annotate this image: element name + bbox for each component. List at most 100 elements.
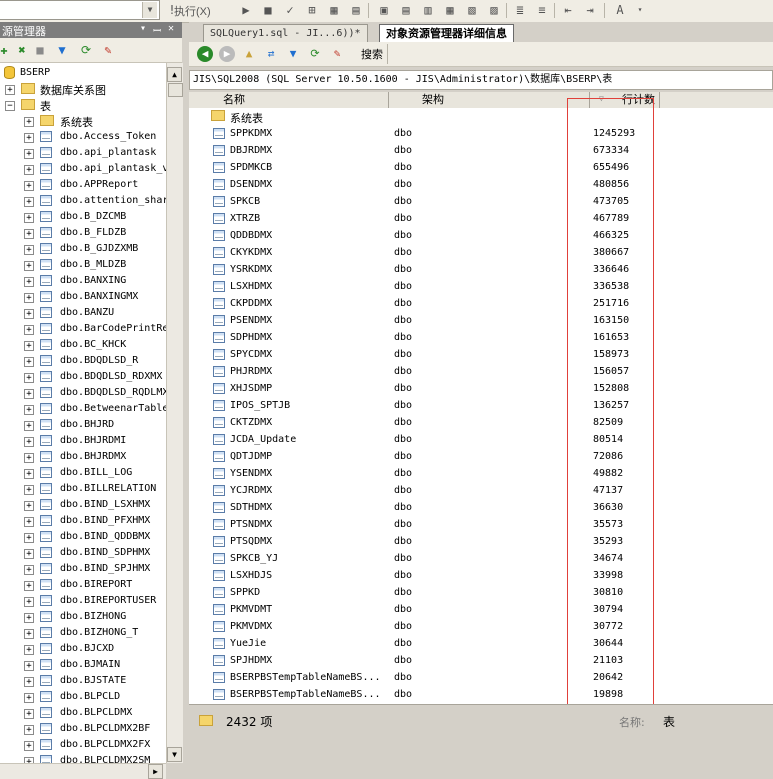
table-row[interactable]: CKTZDMX dbo 82509 <box>189 414 773 431</box>
expand-icon[interactable]: + <box>24 181 34 191</box>
scroll-up-icon[interactable]: ▲ <box>167 67 182 82</box>
expand-icon[interactable]: + <box>24 261 34 271</box>
tree-node-table[interactable]: + dbo.B_MLDZB <box>0 257 166 273</box>
tree-node-table[interactable]: + dbo.BANXINGMX <box>0 289 166 305</box>
results-to-grid-icon[interactable]: ▦ <box>442 2 458 18</box>
expand-icon[interactable]: + <box>24 277 34 287</box>
expand-icon[interactable]: + <box>24 117 34 127</box>
expand-icon[interactable]: + <box>24 453 34 463</box>
tree-node-table[interactable]: + dbo.BDQDLSD_RQDLMX <box>0 385 166 401</box>
query-designer-icon[interactable]: ▦ <box>326 2 342 18</box>
comment-icon[interactable]: ≣ <box>512 2 528 18</box>
tree-node-table[interactable]: + dbo.BetweenarTable <box>0 401 166 417</box>
tree-node-table[interactable]: + dbo.BLPCLDMX2SM <box>0 753 166 763</box>
table-row[interactable]: XTRZB dbo 467789 <box>189 210 773 227</box>
options-icon[interactable]: ▤ <box>348 2 364 18</box>
disconnect-icon[interactable]: ✖ <box>14 42 30 58</box>
table-row[interactable]: PKMVDMT dbo 30794 <box>189 601 773 618</box>
table-row[interactable]: SPJHDMX dbo 21103 <box>189 652 773 669</box>
expand-icon[interactable]: + <box>24 357 34 367</box>
close-icon[interactable]: ✕ <box>168 23 174 34</box>
table-row[interactable]: IPOS_SPTJB dbo 136257 <box>189 397 773 414</box>
expand-icon[interactable]: + <box>24 229 34 239</box>
save-results-icon[interactable]: ▨ <box>486 2 502 18</box>
expand-icon[interactable]: + <box>5 85 15 95</box>
script-icon[interactable]: ✎ <box>329 46 345 62</box>
expand-icon[interactable]: + <box>24 709 34 719</box>
column-rowcount-header[interactable]: 行计数 <box>622 93 655 107</box>
specify-values-icon[interactable]: A <box>612 2 628 18</box>
table-row[interactable]: CKPDDMX dbo 251716 <box>189 295 773 312</box>
expand-icon[interactable]: + <box>24 613 34 623</box>
expand-icon[interactable]: + <box>24 597 34 607</box>
display-plan-icon[interactable]: ⊞ <box>304 2 320 18</box>
tree-node-table[interactable]: + dbo.BLPCLDMX2FX <box>0 737 166 753</box>
tree-node-table[interactable]: + dbo.BDQDLSD_RDXMX <box>0 369 166 385</box>
table-row[interactable]: BSERPBSTempTableNameBS... dbo 19898 <box>189 686 773 703</box>
expand-icon[interactable]: + <box>24 437 34 447</box>
table-row[interactable]: SPKCB dbo 473705 <box>189 193 773 210</box>
tree-node-table[interactable]: + dbo.api_plantask_v <box>0 161 166 177</box>
tree-node-table[interactable]: + dbo.BLPCLDMX <box>0 705 166 721</box>
expand-icon[interactable]: + <box>24 309 34 319</box>
table-row[interactable]: LSXHDJS dbo 33998 <box>189 567 773 584</box>
tree-node-table[interactable]: + dbo.BarCodePrintRe <box>0 321 166 337</box>
table-row[interactable]: PKMVDMX dbo 30772 <box>189 618 773 635</box>
tree-node-table[interactable]: + dbo.api_plantask <box>0 145 166 161</box>
expand-icon[interactable]: + <box>24 197 34 207</box>
expand-icon[interactable]: + <box>24 533 34 543</box>
expand-icon[interactable]: + <box>24 501 34 511</box>
expand-icon[interactable]: + <box>24 389 34 399</box>
expand-icon[interactable]: + <box>24 485 34 495</box>
tree-node-diagrams[interactable]: + 数据库关系图 <box>0 81 166 97</box>
increase-indent-icon[interactable]: ⇥ <box>582 2 598 18</box>
toolbar-overflow-icon[interactable]: ▾ <box>632 2 648 18</box>
tree-node-table[interactable]: + dbo.BHJRDMX <box>0 449 166 465</box>
tree-node-table[interactable]: + dbo.BDQDLSD_R <box>0 353 166 369</box>
tree-node-table[interactable]: + dbo.BIND_PFXHMX <box>0 513 166 529</box>
tree-node-table[interactable]: + dbo.BANXING <box>0 273 166 289</box>
scroll-thumb[interactable] <box>168 83 183 97</box>
expand-icon[interactable]: + <box>24 213 34 223</box>
expand-icon[interactable]: + <box>24 725 34 735</box>
run-icon[interactable]: ▶ <box>238 2 254 18</box>
tree-node-table[interactable]: + dbo.BJSTATE <box>0 673 166 689</box>
column-name-header[interactable]: 名称 <box>223 93 245 107</box>
expand-icon[interactable]: + <box>24 325 34 335</box>
table-row[interactable]: YSRKDMX dbo 336646 <box>189 261 773 278</box>
expand-icon[interactable]: + <box>24 373 34 383</box>
results-to-file-icon[interactable]: ▧ <box>464 2 480 18</box>
table-row[interactable]: JCDA_Update dbo 80514 <box>189 431 773 448</box>
dropdown-icon[interactable]: ▾ <box>140 23 146 34</box>
tree-node-table[interactable]: + dbo.BHJRD <box>0 417 166 433</box>
expand-icon[interactable]: + <box>24 341 34 351</box>
stop-icon[interactable]: ■ <box>32 42 48 58</box>
expand-icon[interactable]: + <box>24 741 34 751</box>
tree-node-table[interactable]: + dbo.BIND_SPJHMX <box>0 561 166 577</box>
table-row[interactable]: SDPHDMX dbo 161653 <box>189 329 773 346</box>
tree-node-table[interactable]: + dbo.BIND_QDDBMX <box>0 529 166 545</box>
connect-icon[interactable]: ✚ <box>0 42 12 58</box>
expand-icon[interactable]: + <box>24 517 34 527</box>
pin-icon[interactable]: ꟷ <box>153 23 161 37</box>
table-row[interactable]: SPPKD dbo 30810 <box>189 584 773 601</box>
include-plan-icon[interactable]: ▣ <box>376 2 392 18</box>
table-row[interactable]: SPPKDMX dbo 1245293 <box>189 125 773 142</box>
database-selector[interactable]: ▼ <box>0 0 160 20</box>
expand-icon[interactable]: + <box>24 469 34 479</box>
table-row[interactable]: PTSQDMX dbo 35293 <box>189 533 773 550</box>
expand-icon[interactable]: + <box>24 693 34 703</box>
tree-node-table[interactable]: + dbo.B_FLDZB <box>0 225 166 241</box>
tab-sql-query[interactable]: SQLQuery1.sql - JI...6))* <box>203 24 368 42</box>
results-to-text-icon[interactable]: ▥ <box>420 2 436 18</box>
expand-icon[interactable]: + <box>24 661 34 671</box>
up-folder-icon[interactable]: ▲ <box>241 46 257 62</box>
filter-icon[interactable]: ▼ <box>285 46 301 62</box>
tree-node-tables[interactable]: − 表 <box>0 97 166 113</box>
table-row[interactable]: YueJie dbo 30644 <box>189 635 773 652</box>
new-query-icon[interactable]: ✎ <box>100 42 116 58</box>
table-row[interactable]: YSENDMX dbo 49882 <box>189 465 773 482</box>
tree-node-database[interactable]: BSERP <box>0 65 166 81</box>
tree-node-table[interactable]: + dbo.B_GJDZXMB <box>0 241 166 257</box>
tree-node-system-tables[interactable]: + 系统表 <box>0 113 166 129</box>
